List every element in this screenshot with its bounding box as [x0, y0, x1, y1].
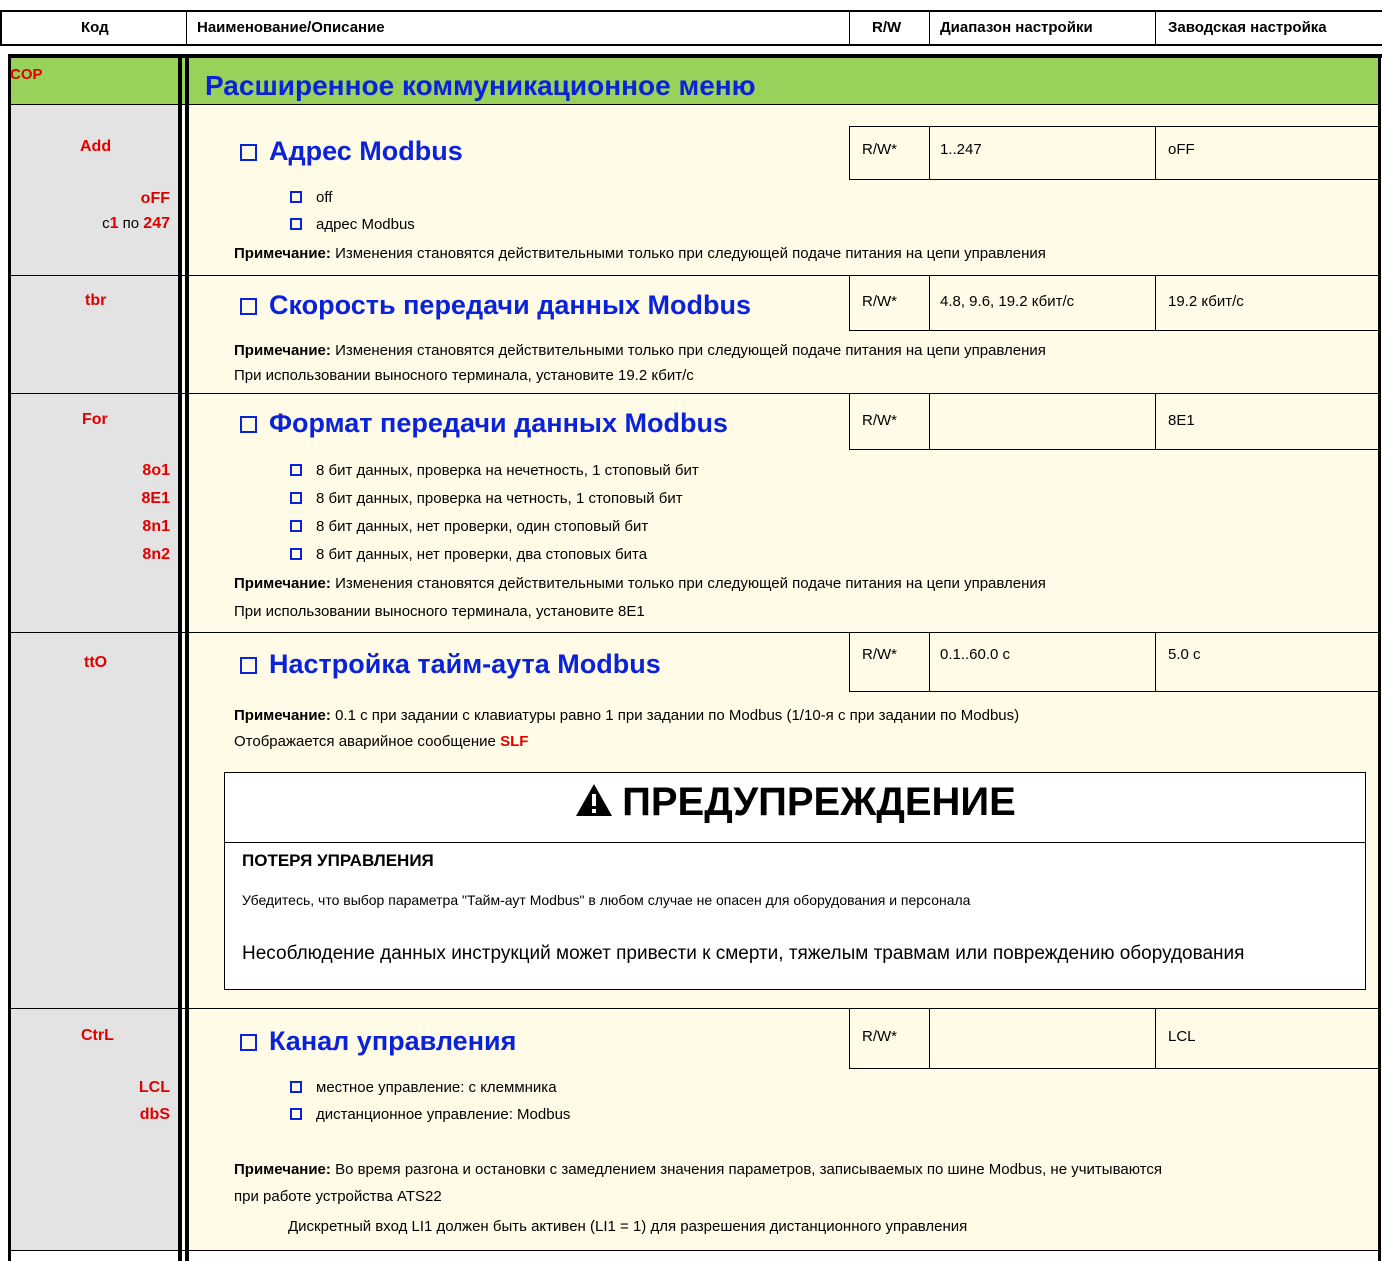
add-title: Адрес Modbus [240, 136, 463, 167]
for-code: For [82, 411, 108, 428]
header-name: Наименование/Описание [197, 19, 385, 36]
for-rw: R/W* [862, 412, 897, 429]
tto-code: ttO [84, 654, 108, 671]
add-option: off [290, 189, 332, 206]
ctrl-opt-code: dbS [139, 1106, 170, 1123]
tto-note: Примечание: 0.1 с при задании с клавиату… [234, 707, 1020, 724]
for-option: 8 бит данных, проверка на четность, 1 ст… [290, 490, 683, 507]
for-option: 8 бит данных, нет проверки, два стоповых… [290, 546, 647, 563]
tbr-factory: 19.2 кбит/с [1168, 293, 1244, 310]
for-note: Примечание: Изменения становятся действи… [234, 575, 1046, 592]
tbr-rw: R/W* [862, 293, 897, 310]
tto-range: 0.1..60.0 с [940, 646, 1011, 663]
tbr-range: 4.8, 9.6, 19.2 кбит/с [940, 293, 1075, 310]
checkbox-icon [290, 520, 302, 532]
ctrl-rw: R/W* [862, 1028, 897, 1045]
add-note: Примечание: Изменения становятся действи… [234, 245, 1046, 262]
ctrl-note-cont: при работе устройства ATS22 [234, 1188, 442, 1205]
for-range-cell [929, 393, 1156, 450]
checkbox-icon [290, 464, 302, 476]
for-extra: При использовании выносного терминала, у… [234, 603, 645, 620]
ctrl-note: Примечание: Во время разгона и остановки… [234, 1161, 1162, 1178]
tbr-note: Примечание: Изменения становятся действи… [234, 342, 1046, 359]
tbr-extra: При использовании выносного терминала, у… [234, 367, 694, 384]
add-code: Add [80, 138, 112, 155]
menu-code: COP [10, 66, 43, 83]
header-factory: Заводская настройка [1168, 19, 1327, 36]
header-code: Код [81, 19, 109, 36]
for-opt-code: 8E1 [141, 490, 170, 507]
add-range: 1..247 [940, 141, 982, 158]
checkbox-icon [290, 492, 302, 504]
warning-line2: Несоблюдение данных инструкций может при… [242, 943, 1245, 964]
checkbox-icon [290, 1108, 302, 1120]
checkbox-icon [240, 1034, 257, 1051]
header-rw: R/W [872, 19, 902, 36]
ctrl-factory: LCL [1168, 1028, 1196, 1045]
tbr-code: tbr [85, 292, 107, 309]
checkbox-icon [240, 298, 257, 315]
checkbox-icon [290, 1081, 302, 1093]
warning-subtitle: ПОТЕРЯ УПРАВЛЕНИЯ [242, 851, 434, 870]
for-title: Формат передачи данных Modbus [240, 408, 728, 439]
warning-line1: Убедитесь, что выбор параметра "Тайм-аут… [242, 892, 971, 908]
add-factory: oFF [1168, 141, 1195, 158]
menu-title: Расширенное коммуникационное меню [205, 70, 756, 101]
ctrl-option: дистанционное управление: Modbus [290, 1106, 570, 1123]
header-range: Диапазон настройки [940, 19, 1093, 36]
add-opt-code-off: oFF [140, 190, 170, 207]
ctrl-code: CtrL [81, 1027, 114, 1044]
for-option: 8 бит данных, проверка на нечетность, 1 … [290, 462, 699, 479]
tto-title: Настройка тайм-аута Modbus [240, 649, 661, 680]
checkbox-icon [240, 416, 257, 433]
for-option: 8 бит данных, нет проверки, один стоповы… [290, 518, 648, 535]
checkbox-icon [240, 144, 257, 161]
tto-factory: 5.0 с [1168, 646, 1201, 663]
for-opt-code: 8n1 [142, 518, 170, 535]
tto-alarm: Отображается аварийное сообщение SLF [234, 733, 529, 750]
add-option: адрес Modbus [290, 216, 415, 233]
ctrl-range-cell [929, 1008, 1156, 1069]
add-rw: R/W* [862, 141, 897, 158]
for-factory: 8E1 [1168, 412, 1195, 429]
warning-heading: ПРЕДУПРЕЖДЕНИЕ [224, 780, 1366, 825]
ctrl-extra: Дискретный вход LI1 должен быть активен … [288, 1218, 968, 1235]
checkbox-icon [290, 218, 302, 230]
tbr-title: Скорость передачи данных Modbus [240, 290, 751, 321]
ctrl-title: Канал управления [240, 1026, 516, 1057]
ctrl-option: местное управление: с клеммника [290, 1079, 557, 1096]
for-opt-code: 8n2 [142, 546, 170, 563]
checkbox-icon [240, 657, 257, 674]
warning-icon [576, 784, 613, 816]
ctrl-opt-code: LCL [138, 1079, 170, 1096]
checkbox-icon [290, 191, 302, 203]
for-opt-code: 8o1 [142, 462, 170, 479]
add-opt-code-range: с1 по 247 [102, 215, 170, 232]
tto-rw: R/W* [862, 646, 897, 663]
checkbox-icon [290, 548, 302, 560]
